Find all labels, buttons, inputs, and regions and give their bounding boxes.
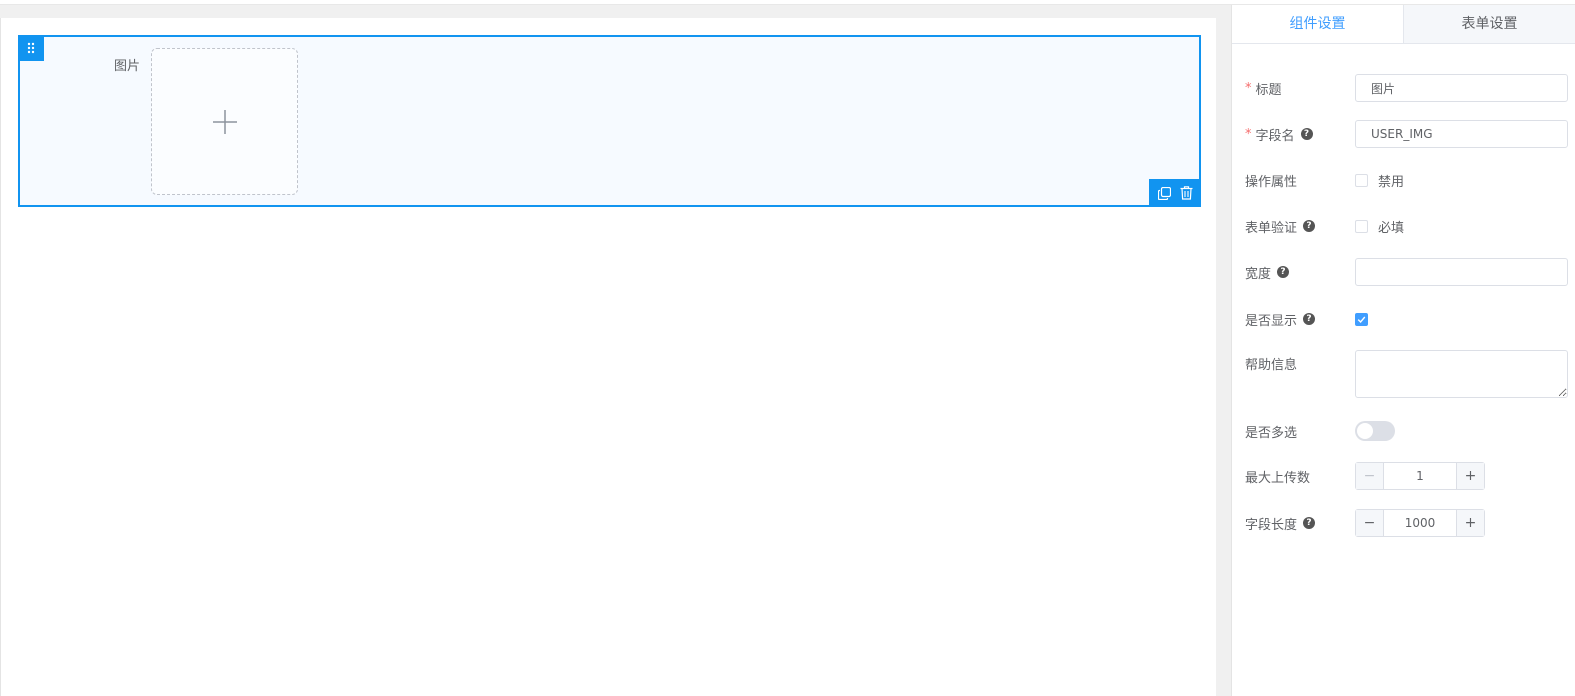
max-upload-value[interactable]: 1: [1384, 463, 1456, 489]
help-icon[interactable]: ?: [1277, 266, 1290, 278]
required-checkbox[interactable]: [1355, 219, 1368, 233]
row-field-name: * 字段名 ?: [1245, 120, 1575, 148]
disabled-checkbox[interactable]: [1355, 173, 1368, 187]
form-designer: 图片 组件设置 表单设置 * 标题 图片 * 字段名 ? USER_IMG 操作…: [0, 0, 1575, 696]
required-mark: *: [1245, 126, 1252, 142]
plus-icon: [212, 109, 237, 134]
help-icon[interactable]: ?: [1303, 220, 1316, 232]
widget-label: 图片: [113, 59, 140, 74]
increment-button[interactable]: +: [1456, 463, 1484, 489]
row-max-upload: 最大上传数 − 1 +: [1245, 462, 1575, 490]
title-label: * 标题: [1245, 80, 1282, 98]
drag-handle-icon[interactable]: [18, 35, 44, 61]
decrement-button[interactable]: −: [1356, 510, 1384, 536]
check-icon: [1357, 316, 1366, 323]
help-info-textarea[interactable]: [1355, 350, 1568, 398]
width-label: 宽度 ?: [1245, 263, 1355, 282]
row-help-info: 帮助信息: [1245, 350, 1575, 400]
toggle-knob: [1357, 423, 1373, 439]
row-validation: 表单验证 ? 必填: [1245, 212, 1575, 240]
settings-tabs: 组件设置 表单设置: [1232, 5, 1575, 44]
field-length-value[interactable]: 1000: [1384, 510, 1456, 536]
title-input[interactable]: [1355, 74, 1568, 102]
required-mark: *: [1245, 80, 1252, 96]
operation-label: 操作属性: [1245, 174, 1298, 190]
row-field-length: 字段长度 ? − 1000 +: [1245, 509, 1575, 537]
row-title: * 标题: [1245, 74, 1575, 102]
help-icon[interactable]: ?: [1303, 517, 1316, 529]
disabled-checkbox-label[interactable]: 禁用: [1378, 171, 1404, 190]
max-upload-label: 最大上传数: [1245, 470, 1311, 486]
validation-label: 表单验证 ?: [1245, 217, 1355, 236]
image-widget[interactable]: 图片: [18, 35, 1201, 207]
field-name-label: * 字段名 ?: [1245, 125, 1355, 144]
multiple-label: 是否多选: [1245, 425, 1298, 441]
max-upload-stepper: − 1 +: [1355, 462, 1485, 490]
row-width: 宽度 ?: [1245, 258, 1575, 286]
row-multiple: 是否多选: [1245, 417, 1575, 445]
required-checkbox-label[interactable]: 必填: [1378, 217, 1404, 236]
copy-icon[interactable]: [1157, 186, 1171, 200]
design-canvas[interactable]: 图片: [0, 18, 1216, 696]
help-icon[interactable]: ?: [1303, 313, 1316, 325]
row-visible: 是否显示 ?: [1245, 305, 1575, 333]
width-input[interactable]: [1355, 258, 1568, 286]
tab-form-settings[interactable]: 表单设置: [1403, 5, 1575, 43]
field-length-label: 字段长度 ?: [1245, 514, 1355, 533]
trash-icon[interactable]: [1180, 186, 1193, 200]
visible-checkbox[interactable]: [1355, 312, 1368, 326]
help-icon[interactable]: ?: [1300, 128, 1313, 140]
increment-button[interactable]: +: [1456, 510, 1484, 536]
help-info-label: 帮助信息: [1245, 358, 1298, 373]
field-length-stepper: − 1000 +: [1355, 509, 1485, 537]
field-name-input[interactable]: [1355, 120, 1568, 148]
settings-panel: 组件设置 表单设置 * 标题 * 字段名 ?: [1231, 5, 1575, 696]
visible-label: 是否显示 ?: [1245, 310, 1355, 329]
widget-actions: [1149, 179, 1201, 207]
tab-component-settings[interactable]: 组件设置: [1232, 5, 1403, 43]
row-operation: 操作属性 禁用: [1245, 166, 1575, 194]
image-upload-box[interactable]: [151, 48, 298, 195]
decrement-button[interactable]: −: [1356, 463, 1384, 489]
multiple-toggle[interactable]: [1355, 421, 1395, 441]
